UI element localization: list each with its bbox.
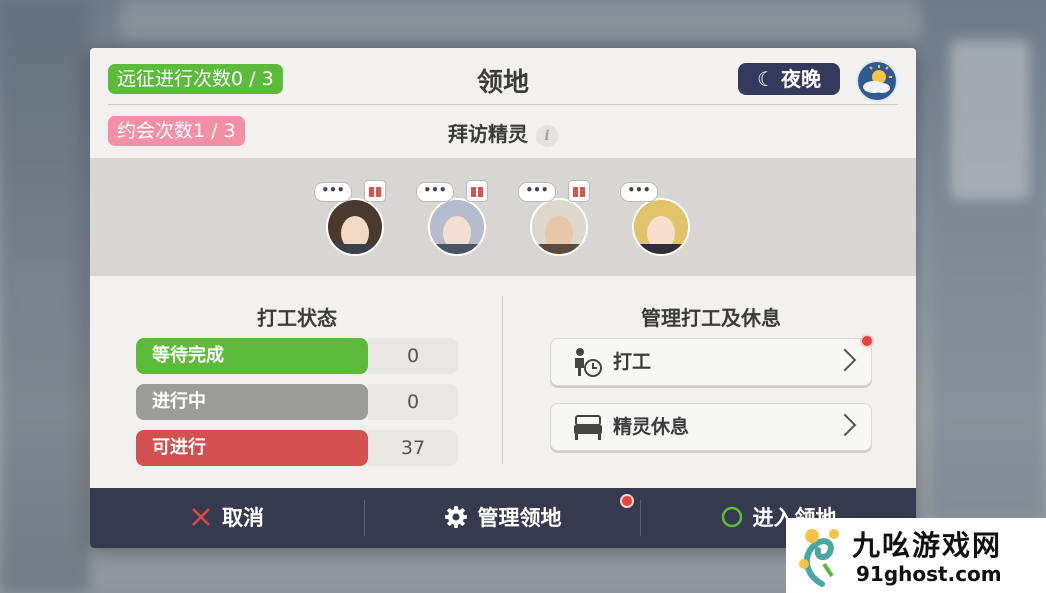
spirit-list: ••• ••• ••• ••• bbox=[90, 158, 916, 276]
status-value: 0 bbox=[368, 384, 458, 420]
chevron-right-icon bbox=[833, 413, 857, 437]
bed-icon bbox=[574, 415, 602, 440]
visit-spirits-title: 拜访精灵 i bbox=[90, 118, 916, 147]
status-row-available: 可进行 37 bbox=[136, 430, 458, 466]
info-icon[interactable]: i bbox=[536, 124, 558, 147]
spirit-avatar-2[interactable]: ••• bbox=[416, 180, 490, 256]
time-of-day-badge[interactable]: ☾ 夜晚 bbox=[738, 63, 840, 95]
avatar bbox=[326, 198, 384, 256]
watermark-logo-icon bbox=[799, 529, 839, 587]
manage-territory-label: 管理领地 bbox=[477, 506, 562, 530]
status-row-in-progress: 进行中 0 bbox=[136, 384, 458, 420]
notification-dot bbox=[620, 494, 634, 508]
chat-bubble-icon: ••• bbox=[314, 182, 352, 202]
weather-icon[interactable] bbox=[856, 60, 898, 102]
spirit-rest-label: 精灵休息 bbox=[613, 416, 690, 438]
work-button[interactable]: 打工 bbox=[550, 338, 872, 386]
circle-icon bbox=[721, 506, 742, 528]
chat-bubble-icon: ••• bbox=[620, 182, 658, 202]
avatar bbox=[530, 198, 588, 256]
gift-icon bbox=[568, 180, 590, 202]
worker-clock-icon bbox=[575, 348, 602, 377]
spirit-rest-button[interactable]: 精灵休息 bbox=[550, 403, 872, 451]
cancel-label: 取消 bbox=[222, 506, 264, 530]
gift-icon bbox=[466, 180, 488, 202]
time-of-day-label: 夜晚 bbox=[780, 67, 821, 91]
avatar bbox=[428, 198, 486, 256]
spirit-avatar-1[interactable]: ••• bbox=[314, 180, 388, 256]
spirit-avatar-4[interactable]: ••• bbox=[620, 182, 694, 256]
gift-icon bbox=[364, 180, 386, 202]
status-label: 可进行 bbox=[136, 430, 368, 466]
header-divider bbox=[108, 104, 898, 105]
work-label: 打工 bbox=[613, 351, 652, 373]
spirit-avatar-3[interactable]: ••• bbox=[518, 180, 592, 256]
status-value: 0 bbox=[368, 338, 458, 374]
avatar bbox=[632, 198, 690, 256]
status-label: 进行中 bbox=[136, 384, 368, 420]
work-status-title: 打工状态 bbox=[257, 306, 337, 330]
chevron-right-icon bbox=[833, 348, 857, 372]
close-icon bbox=[192, 508, 210, 526]
chat-bubble-icon: ••• bbox=[518, 182, 556, 202]
cancel-button[interactable]: 取消 bbox=[90, 488, 364, 548]
watermark-url: 91ghost.com bbox=[856, 562, 1002, 586]
watermark: 九吆游戏网 91ghost.com bbox=[786, 518, 1046, 593]
moon-icon: ☾ bbox=[757, 67, 775, 91]
manage-territory-button[interactable]: 管理领地 bbox=[365, 488, 640, 548]
visit-spirits-label: 拜访精灵 bbox=[448, 122, 528, 146]
chat-bubble-icon: ••• bbox=[416, 182, 454, 202]
status-label: 等待完成 bbox=[136, 338, 368, 374]
watermark-name: 九吆游戏网 bbox=[852, 529, 1003, 562]
notification-dot bbox=[860, 334, 874, 348]
status-row-waiting: 等待完成 0 bbox=[136, 338, 458, 374]
section-divider bbox=[502, 296, 503, 464]
manage-title: 管理打工及休息 bbox=[641, 306, 781, 330]
territory-dialog: 远征进行次数0 / 3 领地 ☾夜晚 约会次数1 / 3 拜访精灵i ••• bbox=[90, 48, 916, 548]
status-value: 37 bbox=[368, 430, 458, 466]
gear-icon bbox=[444, 506, 467, 528]
